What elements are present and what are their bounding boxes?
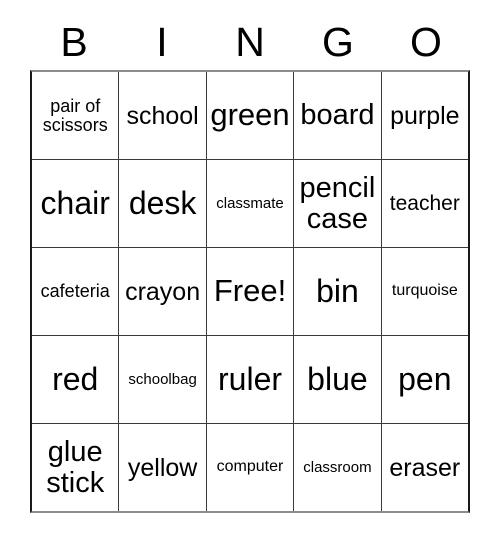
bingo-cell-label: board [300,99,375,132]
bingo-cell-label: ruler [218,360,283,397]
bingo-cell[interactable]: school [119,72,207,159]
bingo-cell[interactable]: blue [294,336,382,423]
bingo-cell[interactable]: turquoise [381,248,469,335]
bingo-header-row: BINGO [30,14,470,70]
bingo-cell[interactable]: purple [381,72,469,159]
bingo-cell[interactable]: desk [119,160,207,247]
bingo-grid: pair of scissors school green board purple ch… [30,70,470,513]
bingo-cell-label: pen [398,360,452,397]
bingo-cell-label: teacher [389,191,460,215]
bingo-header-letter-b: B [60,18,88,65]
bingo-cell[interactable]: glue stick [32,424,120,511]
bingo-card: B I N G O pair of scissors school green board pu… [0,0,500,544]
bingo-row: chair desk classmate pencil case teacher [32,160,469,248]
bingo-cell[interactable]: yellow [119,424,207,511]
bingo-cell[interactable]: chair [32,160,120,247]
bingo-row: red schoolbag ruler blue pen [32,336,469,424]
bingo-cell-label: pencil case [299,172,376,235]
bingo-row: cafeteria crayon Free! bin turquoise [32,248,469,336]
bingo-cell[interactable]: board [294,72,382,159]
bingo-header-letter-n: N [235,18,265,65]
bingo-cell-label: green [210,97,290,133]
bingo-cell-label: yellow [127,453,198,482]
bingo-cell-label: classmate [216,194,284,212]
bingo-cell-label: Free! [213,273,287,309]
bingo-cell-label: pair of scissors [42,95,108,135]
bingo-header-letter-g: G [322,18,354,65]
bingo-cell-label: purple [390,101,460,130]
bingo-cell[interactable]: bin [294,248,382,335]
bingo-cell[interactable]: eraser [381,424,469,511]
bingo-cell[interactable]: cafeteria [32,248,120,335]
bingo-cell[interactable]: pair of scissors [32,72,120,159]
bingo-row: glue stick yellow computer classroom eraser [32,424,469,511]
bingo-cell[interactable]: classmate [206,160,295,247]
bingo-cell-label: desk [128,184,197,221]
bingo-row: pair of scissors school green board purple [32,72,469,160]
bingo-cell-label: turquoise [391,282,458,300]
bingo-cell-label: computer [216,458,284,476]
bingo-cell-label: classroom [303,458,372,476]
bingo-cell-label: crayon [125,277,201,306]
bingo-cell-label: schoolbag [128,370,197,388]
bingo-cell[interactable]: classroom [294,424,382,511]
bingo-cell-label: eraser [389,453,461,482]
bingo-header-letter-o: O [410,18,442,65]
bingo-cell-label: school [126,101,199,130]
bingo-cell[interactable]: red [32,336,120,423]
bingo-cell-label: glue stick [46,436,105,499]
bingo-cell-label: bin [316,272,359,309]
bingo-cell[interactable]: pencil case [294,160,382,247]
bingo-free-space-cell[interactable]: Free! [206,248,295,335]
bingo-cell[interactable]: pen [381,336,469,423]
bingo-header-letter-i: I [156,18,168,65]
bingo-cell[interactable]: green [206,72,295,159]
bingo-cell-label: chair [40,184,110,221]
bingo-cell[interactable]: crayon [119,248,207,335]
bingo-cell[interactable]: ruler [206,336,295,423]
bingo-cell-label: red [52,360,99,397]
bingo-cell-label: blue [307,360,368,397]
bingo-cell[interactable]: teacher [381,160,469,247]
bingo-cell[interactable]: computer [206,424,295,511]
bingo-cell[interactable]: schoolbag [119,336,207,423]
bingo-cell-label: cafeteria [40,281,110,302]
